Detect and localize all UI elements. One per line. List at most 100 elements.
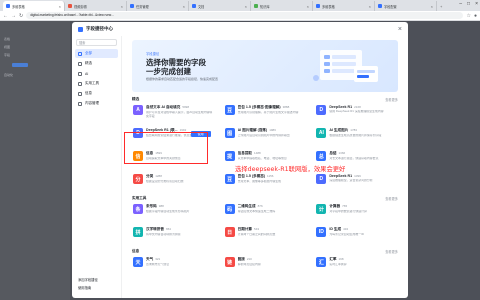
category-icon	[78, 71, 82, 76]
category-icon	[78, 91, 82, 96]
usage-count: 1099	[354, 174, 361, 178]
shortcut-card[interactable]: 计计算器 765 对字段中的数值进行快速计算	[315, 202, 398, 221]
card-text: DeepSeek R1 2168 使用 DeepSeek R1 深度推理模型生成内容	[329, 105, 397, 120]
banner-description: 根据你的需求自动匹配合适的字段捷径，快速完成配置	[146, 77, 219, 81]
shortcut-card[interactable]: 拼汉字转拼音 654 将中文内容自动转换为拼音	[132, 225, 215, 244]
section-header: 信息 查看更多	[132, 247, 398, 255]
shortcut-card[interactable]: A 自然文本 AI 自动填充 5998 用户可以在对话框中输入提示，由AI自动生成内容…	[132, 103, 215, 122]
usage-count: 210	[246, 257, 252, 261]
close-window-icon[interactable]: ×	[475, 1, 478, 7]
section-title: 实用工具	[132, 195, 147, 200]
shortcut-card[interactable]: ID ID 生成 432 为每条记录自动生成唯一ID	[315, 225, 398, 244]
new-tab-icon[interactable]: +	[440, 4, 442, 9]
shortcut-icon: 汇	[316, 257, 327, 267]
search-input[interactable]: 搜索	[76, 39, 117, 46]
browser-tab[interactable]: 多维表格 ×	[313, 1, 375, 11]
shortcut-card[interactable]: 链链接 210 解析网页链接内容	[224, 255, 307, 274]
usage-count: 1488	[254, 151, 261, 155]
shortcut-card[interactable]: AI AI 生成图片 1783 根据描述生成高质量的图片并保存到字段	[315, 126, 398, 145]
tab-close-icon[interactable]: ×	[121, 4, 123, 9]
add-shortcut-link[interactable]: 添加字段捷径	[78, 276, 98, 284]
banner-title-line2: 一步完成创建	[146, 67, 191, 76]
tab-close-icon[interactable]: ×	[431, 4, 433, 9]
highlight-box	[124, 132, 208, 164]
sidebar-item[interactable]: 精选	[75, 59, 118, 68]
guide-link[interactable]: 使用指南	[78, 284, 98, 292]
browser-tab[interactable]: 多维表格 ×	[3, 1, 65, 11]
sidebar-item[interactable]: 信息	[75, 89, 118, 98]
card-title-row: 豆包 1.5 (多模态) 1156	[238, 174, 306, 179]
card-name: 汉字转拼音	[146, 227, 164, 231]
card-text: AI 生成图片 1783 根据描述生成高质量的图片并保存到字段	[329, 128, 397, 143]
background-item: 自动化	[4, 73, 14, 77]
browser-tab[interactable]: 字段配置 ×	[375, 1, 437, 11]
shortcut-card[interactable]: 汇汇率 198 实时汇率换算	[315, 255, 398, 274]
tab-favicon-icon	[254, 4, 258, 8]
profile-icon[interactable]: ●	[474, 13, 477, 19]
tab-close-icon[interactable]: ×	[245, 4, 247, 9]
bookmark-star-icon[interactable]: ☆	[466, 13, 470, 19]
tab-close-icon[interactable]: ×	[369, 4, 371, 9]
shortcut-card[interactable]: 天天气 321 查询城市天气信息	[132, 255, 215, 274]
usage-count: 1783	[350, 128, 357, 132]
back-icon[interactable]: ←	[3, 13, 8, 19]
card-title-row: 汇率 198	[329, 257, 397, 262]
browser-tab[interactable]: 任务管理 ×	[127, 1, 189, 11]
browser-tab[interactable]: 知识库 ×	[251, 1, 313, 11]
card-description: 将链接或文本快速生成二维码	[237, 210, 276, 213]
shortcut-grid: 条条形码 988 根据字段内容自动生成条形码图片码二维码生成 876 将链接或文本快速生…	[132, 202, 398, 244]
card-description: 根据描述生成高质量的图片并保存到字段	[329, 134, 382, 137]
sidebar-item[interactable]: 全部	[75, 49, 118, 58]
usage-count: 3888	[282, 105, 290, 109]
shortcut-icon: 提	[224, 151, 235, 161]
shortcut-card[interactable]: D DeepSeek R1 2168 使用 DeepSeek R1 深度推理模型生成内…	[315, 103, 398, 122]
shortcut-icon: AI	[316, 128, 327, 138]
reload-icon[interactable]: ↻	[19, 13, 23, 19]
card-title-row: 分类 1288	[146, 174, 214, 179]
sidebar-item-label: 实用工具	[85, 81, 99, 85]
card-description: 根据字段内容自动生成条形码图片	[146, 210, 190, 213]
view-more-link[interactable]: 查看更多	[385, 249, 398, 254]
shortcut-card[interactable]: 豆豆包 1.5 (多模态·图像理解) 3888 支持图片识别理解，基于图片生成文字描…	[224, 103, 307, 122]
shortcut-card[interactable]: 图 AI 图片理解 (百炼) 1986 上传图片后自动识别图片中的内容并输出	[224, 126, 307, 145]
card-description: 将中文内容自动转换为拼音	[146, 233, 181, 236]
browser-tab[interactable]: 视频剪辑 ×	[65, 1, 127, 11]
view-more-link[interactable]: 查看更多	[385, 196, 398, 201]
category-icon	[78, 51, 82, 56]
url-field[interactable]: digital-marketing.feishu.cn/base/...?tab…	[26, 12, 464, 19]
forward-icon[interactable]: →	[11, 13, 16, 19]
sidebar-item-label: 全部	[85, 51, 92, 55]
shortcut-card[interactable]: 码二维码生成 876 将链接或文本快速生成二维码	[224, 202, 307, 221]
usage-count: 2168	[354, 105, 361, 109]
view-more-link[interactable]: 查看更多	[385, 97, 398, 102]
background-item: 表格	[4, 37, 11, 41]
card-title-row: AI 生成图片 1783	[329, 128, 397, 133]
card-text: 天气 321 查询城市天气信息	[146, 257, 214, 272]
shortcut-icon: 码	[224, 204, 235, 214]
shortcut-card[interactable]: D DeepSeek R1 1099 深度推理模型，适合复杂问题分析	[315, 172, 398, 191]
modal-title: 字段捷径中心	[86, 26, 113, 31]
sidebar-item[interactable]: 实用工具	[75, 79, 118, 88]
section-title: 精选	[132, 96, 140, 101]
card-name: AI 生成图片	[329, 128, 349, 132]
browser-tab[interactable]: 文档 ×	[189, 1, 251, 11]
shortcut-card[interactable]: 豆豆包 1.5 (多模态) 1156 支持文本、图像等多模态内容生成	[224, 172, 307, 191]
minimize-icon[interactable]: –	[459, 1, 462, 7]
shortcut-grid: 天天气 321 查询城市天气信息链链接 210 解析网页链接内容汇汇率 198 实时汇率换算	[132, 255, 398, 274]
shortcut-card[interactable]: 条条形码 988 根据字段内容自动生成条形码图片	[132, 202, 215, 221]
tab-favicon-icon	[6, 4, 10, 8]
tab-close-icon[interactable]: ×	[307, 4, 309, 9]
card-title-row: 链接 210	[238, 257, 306, 262]
sidebar-item[interactable]: 内容管理	[75, 99, 118, 108]
shortcut-card[interactable]: 日日期计算 543 计算两个日期之间的间隔天数	[224, 225, 307, 244]
card-title-row: 条形码 988	[146, 204, 214, 209]
close-icon[interactable]: ×	[398, 26, 402, 33]
tab-close-icon[interactable]: ×	[59, 4, 61, 9]
sidebar-item[interactable]: AI	[75, 69, 118, 78]
shortcut-card[interactable]: 分分类 1288 根据设定的分类标签自动归类	[132, 172, 215, 191]
maximize-icon[interactable]: □	[467, 1, 470, 7]
tab-close-icon[interactable]: ×	[183, 4, 185, 9]
sidebar-item-label: 精选	[85, 61, 92, 65]
card-description: 使用 DeepSeek R1 深度推理模型生成内容	[329, 110, 384, 113]
card-description: 查询城市天气信息	[146, 263, 170, 266]
